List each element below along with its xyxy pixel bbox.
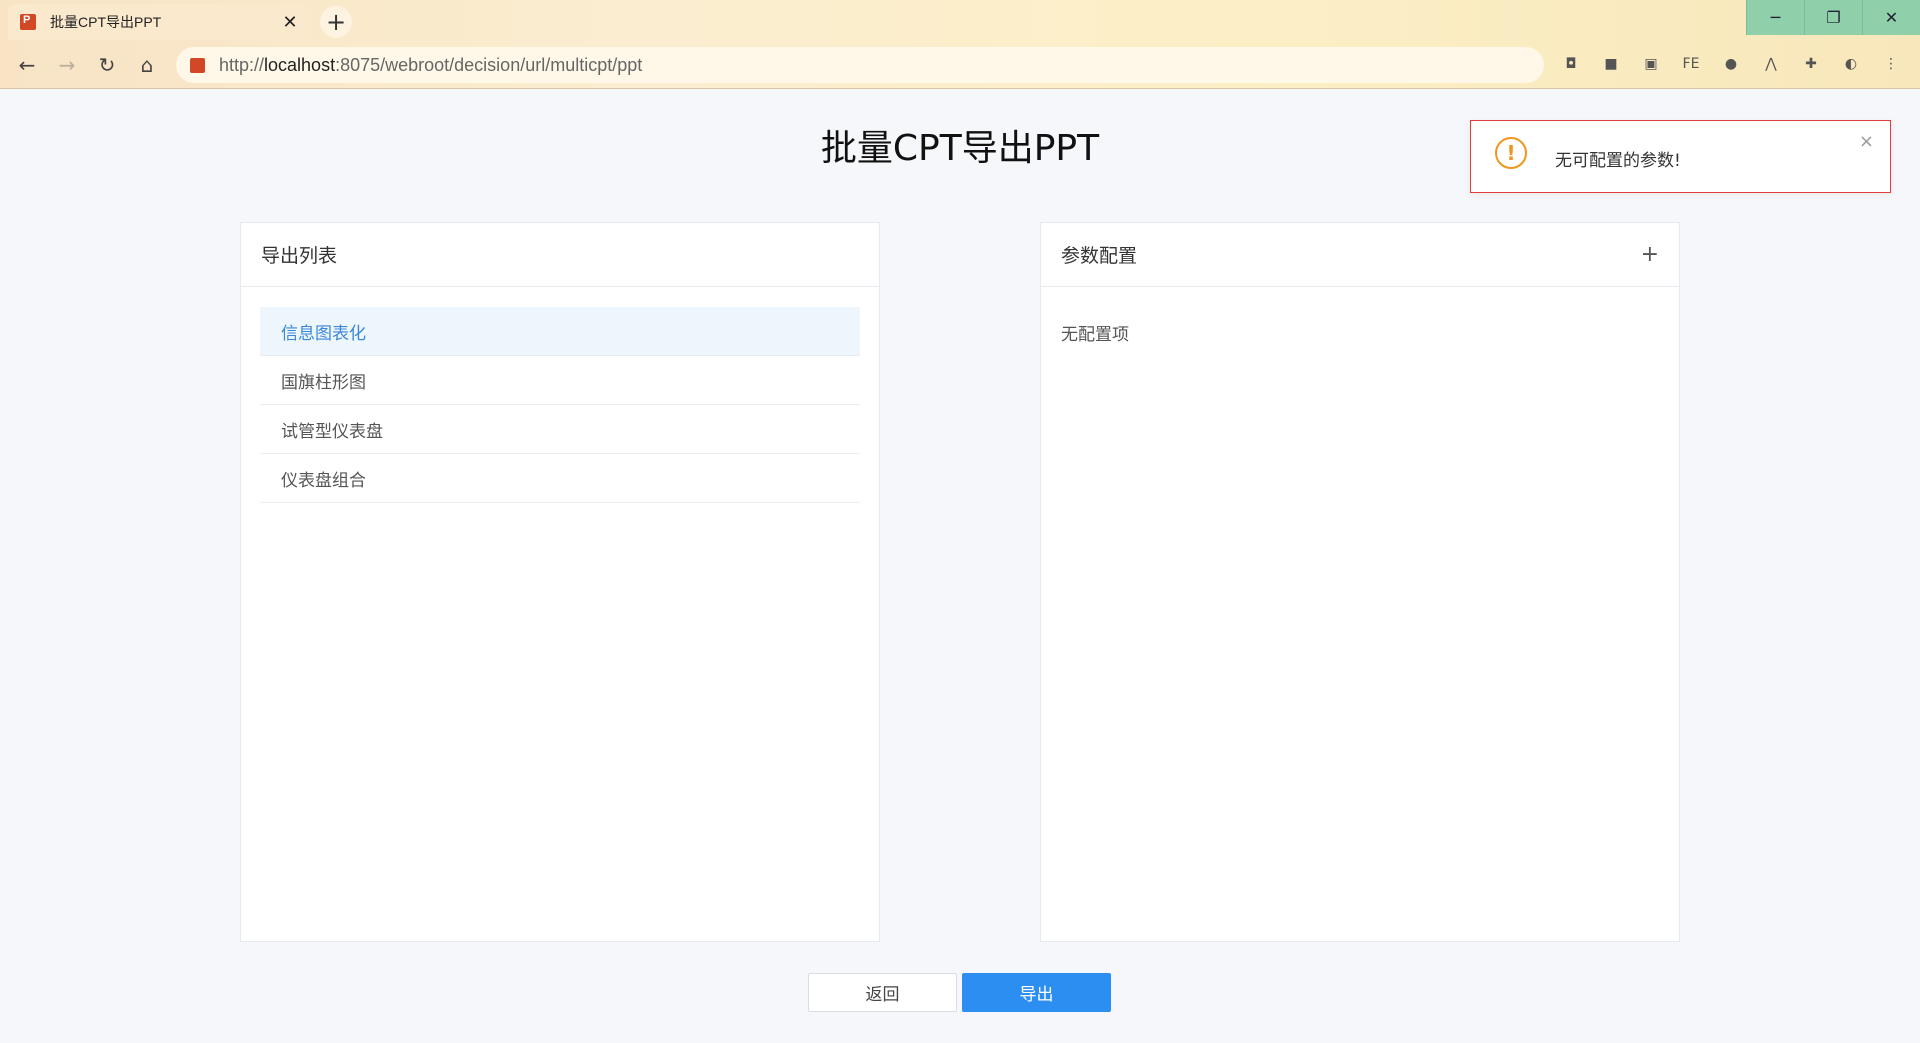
new-tab-button[interactable]: + [320,6,352,38]
browser-chrome: 批量CPT导出PPT ✕ + ─ ❐ ✕ ← → ↻ ⌂ http://loca… [0,0,1920,89]
extensions-bar: ◘ ■ ▣ FE ● ⋀ ✚ ◐ ⋮ [1558,50,1904,78]
export-button[interactable]: 导出 [962,973,1111,1012]
close-window-button[interactable]: ✕ [1862,0,1920,35]
empty-config-text: 无配置项 [1061,325,1129,345]
window-controls: ─ ❐ ✕ [1746,0,1920,35]
arrow-extension-icon[interactable]: ⋀ [1758,50,1784,78]
tab-title: 批量CPT导出PPT [50,14,162,30]
profile-avatar-icon[interactable]: ◐ [1838,50,1864,78]
page: 批量CPT导出PPT 导出列表 信息图表化 国旗柱形图 试管型仪表盘 仪表盘组合 参数… [0,89,1920,1043]
image-extension-icon[interactable]: ▣ [1638,50,1664,78]
site-favicon-icon [190,57,205,73]
address-url[interactable]: http://localhost:8075/webroot/decision/u… [219,55,642,76]
browser-tab[interactable]: 批量CPT导出PPT ✕ [8,4,312,40]
powerpoint-favicon-icon [20,14,36,30]
back-button[interactable]: 返回 [808,973,957,1012]
export-list-item[interactable]: 国旗柱形图 [260,356,860,405]
export-list-item[interactable]: 试管型仪表盘 [260,405,860,454]
back-arrow-icon[interactable]: ← [12,50,42,80]
toast-close-icon[interactable]: × [1859,131,1874,152]
add-param-icon[interactable]: + [1641,242,1659,267]
param-config-title: 参数配置 [1061,245,1138,267]
param-config-header: 参数配置 + [1041,223,1679,287]
warning-icon: ! [1495,137,1527,169]
param-config-panel: 参数配置 + 无配置项 [1040,222,1680,942]
export-list-title: 导出列表 [261,245,338,267]
fe-extension-icon[interactable]: FE [1678,50,1704,78]
tab-close-icon[interactable]: ✕ [280,12,300,33]
colorful-extension-icon[interactable]: ■ [1598,50,1624,78]
notification-toast: ! 无可配置的参数! × [1470,120,1891,193]
export-list-item[interactable]: 信息图表化 [260,307,860,356]
browser-toolbar: ← → ↻ ⌂ http://localhost:8075/webroot/de… [0,44,1920,86]
minimize-button[interactable]: ─ [1746,0,1804,35]
opera-extension-icon[interactable]: ● [1718,50,1744,78]
export-list-header: 导出列表 [241,223,879,287]
forward-arrow-icon[interactable]: → [52,50,82,80]
restore-button[interactable]: ❐ [1804,0,1862,35]
reload-icon[interactable]: ↻ [92,50,122,80]
export-list-item[interactable]: 仪表盘组合 [260,454,860,503]
gamepad-extension-icon[interactable]: ◘ [1558,50,1584,78]
export-list: 信息图表化 国旗柱形图 试管型仪表盘 仪表盘组合 [241,287,879,503]
address-bar[interactable]: http://localhost:8075/webroot/decision/u… [176,47,1544,83]
home-icon[interactable]: ⌂ [132,50,162,80]
toast-message: 无可配置的参数! [1555,151,1681,171]
menu-kebab-icon[interactable]: ⋮ [1878,50,1904,78]
puzzle-extension-icon[interactable]: ✚ [1798,50,1824,78]
export-list-panel: 导出列表 信息图表化 国旗柱形图 试管型仪表盘 仪表盘组合 [240,222,880,942]
